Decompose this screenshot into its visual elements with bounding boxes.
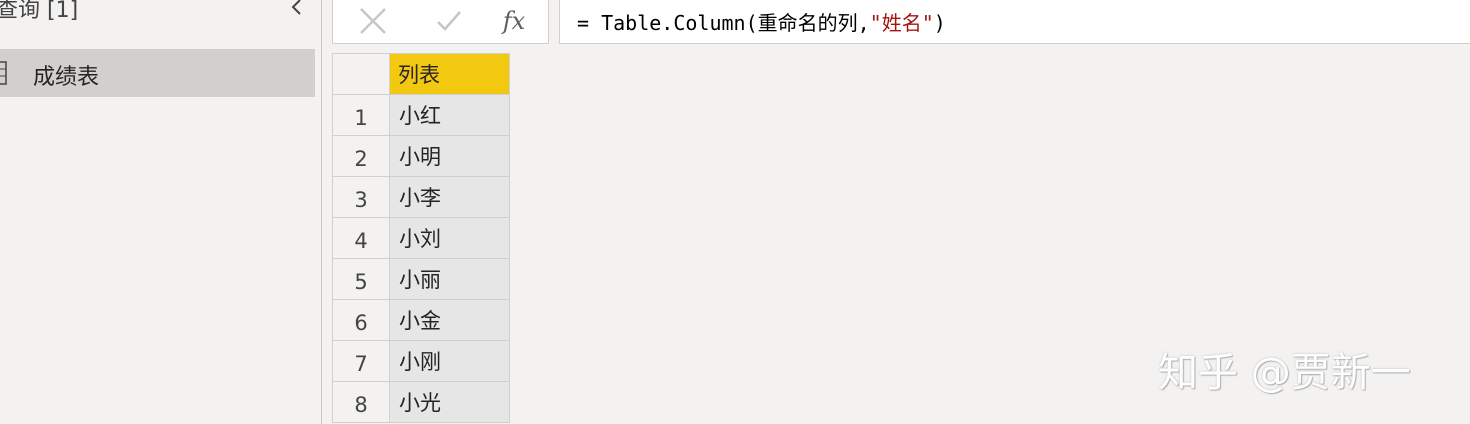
table-row: 8 小光 [332,381,510,423]
table-icon [0,61,7,85]
watermark: 知乎 @贾新一 [1158,350,1411,396]
close-icon [360,8,386,34]
table-row: 5 小丽 [332,258,510,300]
formula-string: "姓名" [869,11,934,35]
formula-suffix: ) [933,11,946,35]
fx-icon: fx [502,7,526,35]
formula-text: = Table.Column(重命名的列,"姓名") [577,7,946,36]
table-row: 2 小明 [332,135,510,177]
table-row: 3 小李 [332,176,510,218]
table-cell[interactable]: 小红 [389,94,510,136]
row-number: 7 [332,340,390,382]
table-row: 1 小红 [332,94,510,136]
table-row: 4 小刘 [332,217,510,259]
pane-divider [321,0,322,424]
commit-button[interactable] [419,0,479,43]
table-cell[interactable]: 小李 [389,176,510,218]
row-number: 3 [332,176,390,218]
row-number: 8 [332,381,390,423]
table-cell[interactable]: 小明 [389,135,510,177]
data-grid: 列表 1 小红 2 小明 3 小李 4 小刘 5 小丽 6 小金 7 小刚 8 … [332,53,510,423]
table-cell[interactable]: 小光 [389,381,510,423]
row-number: 2 [332,135,390,177]
table-row: 6 小金 [332,299,510,341]
chevron-left-icon [291,0,301,15]
table-cell[interactable]: 小丽 [389,258,510,300]
collapse-pane-button[interactable] [287,0,307,18]
table-cell[interactable]: 小金 [389,299,510,341]
queries-pane: 查询 [1] 成绩表 [0,0,321,424]
cancel-button[interactable] [343,0,403,43]
query-item-label: 成绩表 [33,65,100,90]
formula-buttons: fx [332,0,549,44]
table-cell[interactable]: 小刘 [389,217,510,259]
formula-input[interactable]: = Table.Column(重命名的列,"姓名") [559,0,1470,44]
checkmark-icon [437,11,461,31]
query-item-scores[interactable]: 成绩表 [0,49,315,97]
row-number: 4 [332,217,390,259]
table-cell[interactable]: 小刚 [389,340,510,382]
column-header-list[interactable]: 列表 [389,53,510,95]
grid-corner[interactable] [332,53,390,95]
row-number: 1 [332,94,390,136]
row-number: 6 [332,299,390,341]
queries-title: 查询 [1] [0,0,79,23]
row-number: 5 [332,258,390,300]
fx-button[interactable]: fx [484,0,544,43]
table-row: 7 小刚 [332,340,510,382]
formula-prefix: = Table.Column(重命名的列, [577,11,870,35]
